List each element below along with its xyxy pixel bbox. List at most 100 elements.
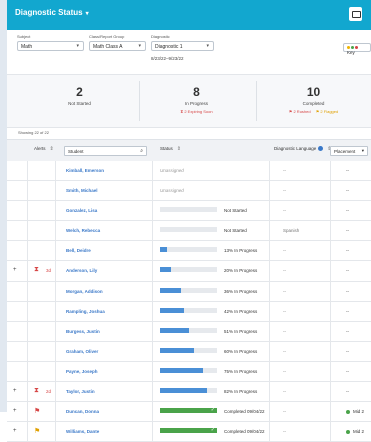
placement-text: -- xyxy=(346,228,349,234)
flagged-text: 2 Flagged xyxy=(320,109,339,114)
language-text: -- xyxy=(283,389,286,395)
language-text: -- xyxy=(283,328,286,334)
language-text: -- xyxy=(283,268,286,274)
status-text: Not Started xyxy=(224,228,247,234)
summary-in-progress[interactable]: 8 In Progress ⧗ 2 Expiring Soon xyxy=(144,79,249,123)
rushed-text: 2 Rushed xyxy=(293,109,311,114)
language-header[interactable]: Diagnostic Language⇕ xyxy=(274,146,332,152)
table-row[interactable]: Welch, Rebecca Not Started Spanish -- xyxy=(7,221,371,242)
status-header-label: Status xyxy=(160,146,173,151)
placement-value: -- xyxy=(346,309,349,314)
table-row[interactable]: Payne, Joseph 75% In Progress -- -- xyxy=(7,361,371,383)
status-header[interactable]: Status ⇕ xyxy=(160,146,181,152)
table-row[interactable]: Morgan, Addison 36% In Progress -- -- xyxy=(7,281,371,302)
table-row[interactable]: Gonzalez, Lisa Not Started -- -- xyxy=(7,201,371,222)
alerts-header[interactable]: Alerts ⇕ xyxy=(34,146,54,152)
placement-dot-icon xyxy=(346,430,350,435)
table-row[interactable]: Graham, Oliver 60% In Progress -- -- xyxy=(7,341,371,362)
student-name-link[interactable]: Graham, Oliver xyxy=(66,349,98,354)
print-icon[interactable] xyxy=(349,7,362,21)
page-title[interactable]: Diagnostic Status ▾ xyxy=(15,8,89,17)
student-name-link[interactable]: Burgess, Justin xyxy=(66,329,100,334)
student-name-link[interactable]: Morgan, Addison xyxy=(66,289,103,294)
progress-fill xyxy=(160,347,195,353)
student-name-link[interactable]: Welch, Rebecca xyxy=(66,228,100,233)
student-name-link[interactable]: Gonzalez, Lisa xyxy=(66,208,97,213)
summary-not-started[interactable]: 2 Not Started xyxy=(27,79,132,123)
expiring-soon-text: 2 Expiring Soon xyxy=(184,109,213,114)
expand-row-button[interactable]: + xyxy=(13,428,17,434)
chevron-down-icon: ▾ xyxy=(76,43,79,49)
expiring-soon-link[interactable]: ⧗ 2 Expiring Soon xyxy=(144,109,249,114)
divider xyxy=(256,81,257,121)
subject-select[interactable]: Math ▾ xyxy=(17,41,84,51)
table-row[interactable]: + ⚑ Duncan, Donna ✓ Completed 09/04/22 -- Mid … xyxy=(7,402,371,423)
language-text: -- xyxy=(283,348,286,354)
student-header-label: Student xyxy=(68,149,84,154)
language-header-label: Diagnostic Language xyxy=(274,146,317,151)
flagged-link[interactable]: ⚑ 2 Flagged xyxy=(316,109,339,114)
key-dot-icon xyxy=(355,46,358,50)
status-text: 13% In Progress xyxy=(224,248,258,254)
student-name-link[interactable]: Bell, Deidre xyxy=(66,248,91,253)
placement-text: -- xyxy=(346,389,349,395)
language-text: -- xyxy=(283,368,286,374)
subject-value: Math xyxy=(21,44,33,50)
placement-value: -- xyxy=(346,369,349,374)
info-icon[interactable] xyxy=(318,146,324,152)
placement-select[interactable]: Placement ▾ xyxy=(330,146,368,156)
status-text: 42% In Progress xyxy=(224,308,258,314)
header-bar: Diagnostic Status ▾ xyxy=(7,0,371,30)
student-name-link[interactable]: Anderson, Lily xyxy=(66,268,97,273)
alert-icon: ⧗ xyxy=(34,266,39,274)
student-name-link[interactable]: Kimball, Emerson xyxy=(66,168,104,173)
class-group-select[interactable]: Math Class A ▾ xyxy=(89,41,146,51)
diagnostic-select[interactable]: Diagnostic 1 ▾ xyxy=(151,41,214,51)
in-progress-label: In Progress xyxy=(184,101,208,106)
diagnostic-value: Diagnostic 1 xyxy=(155,44,183,50)
expand-row-button[interactable]: + xyxy=(13,388,17,394)
alert-icon: ⧗ xyxy=(34,387,39,395)
key-button[interactable]: Key xyxy=(343,43,371,55)
page-title-label: Diagnostic Status xyxy=(15,8,83,17)
table-row[interactable]: + ⚑ Williams, Dante ✓ Completed 09/04/22 -- Mi… xyxy=(7,422,371,442)
sort-icon: ⇕ xyxy=(176,146,181,152)
placement-value: -- xyxy=(346,188,349,193)
diagnostic-label: Diagnostic xyxy=(151,34,170,39)
table-row[interactable]: Bell, Deidre 13% In Progress -- -- xyxy=(7,241,371,262)
progress-bar xyxy=(160,307,217,313)
checkmark-icon: ✓ xyxy=(210,427,215,434)
placement-value: -- xyxy=(346,268,349,273)
student-name-link[interactable]: Rampling, Joshua xyxy=(66,309,105,314)
table-row[interactable]: Burgess, Justin 51% In Progress -- -- xyxy=(7,321,371,342)
student-name-link[interactable]: Smith, Michael xyxy=(66,188,98,193)
status-text: 75% In Progress xyxy=(224,368,258,374)
expand-row-button[interactable]: + xyxy=(13,267,17,273)
checkmark-icon: ✓ xyxy=(210,407,215,414)
student-name-link[interactable]: Taylor, Justin xyxy=(66,389,95,394)
alert-days: 3d xyxy=(46,268,52,274)
student-search-input[interactable]: Student ⌕ xyxy=(64,146,147,156)
progress-bar xyxy=(160,327,217,333)
language-text: -- xyxy=(283,208,286,214)
table-row[interactable]: + ⧗ 3d Anderson, Lily 20% In Progress -- -- xyxy=(7,261,371,282)
table-row[interactable]: + ⧗ 2d Taylor, Justin 82% In Progress -- -- xyxy=(7,382,371,403)
progress-fill: ✓ xyxy=(160,427,217,434)
filter-bar: Subject Math ▾ Class/Report Group Math Cl… xyxy=(7,32,371,70)
expand-row-button[interactable]: + xyxy=(13,408,17,414)
placement-text: -- xyxy=(346,248,349,254)
table-row[interactable]: Kimball, Emerson Unassigned -- -- xyxy=(7,161,371,182)
divider xyxy=(139,81,140,121)
language-text: Spanish xyxy=(283,228,300,234)
status-text: Unassigned xyxy=(160,188,184,194)
summary-completed[interactable]: 10 Completed ⚑ 2 Rushed ⚑ 2 Flagged xyxy=(261,79,366,123)
placement-text: -- xyxy=(346,188,349,194)
placement-value: -- xyxy=(346,228,349,233)
student-name-link[interactable]: Williams, Dante xyxy=(66,429,99,434)
rushed-link[interactable]: ⚑ 2 Rushed xyxy=(289,109,311,114)
search-icon: ⌕ xyxy=(140,148,143,154)
student-name-link[interactable]: Payne, Joseph xyxy=(66,369,98,374)
progress-fill xyxy=(160,247,168,253)
table-row[interactable]: Smith, Michael Unassigned -- -- xyxy=(7,181,371,202)
table-row[interactable]: Rampling, Joshua 42% In Progress -- -- xyxy=(7,301,371,322)
